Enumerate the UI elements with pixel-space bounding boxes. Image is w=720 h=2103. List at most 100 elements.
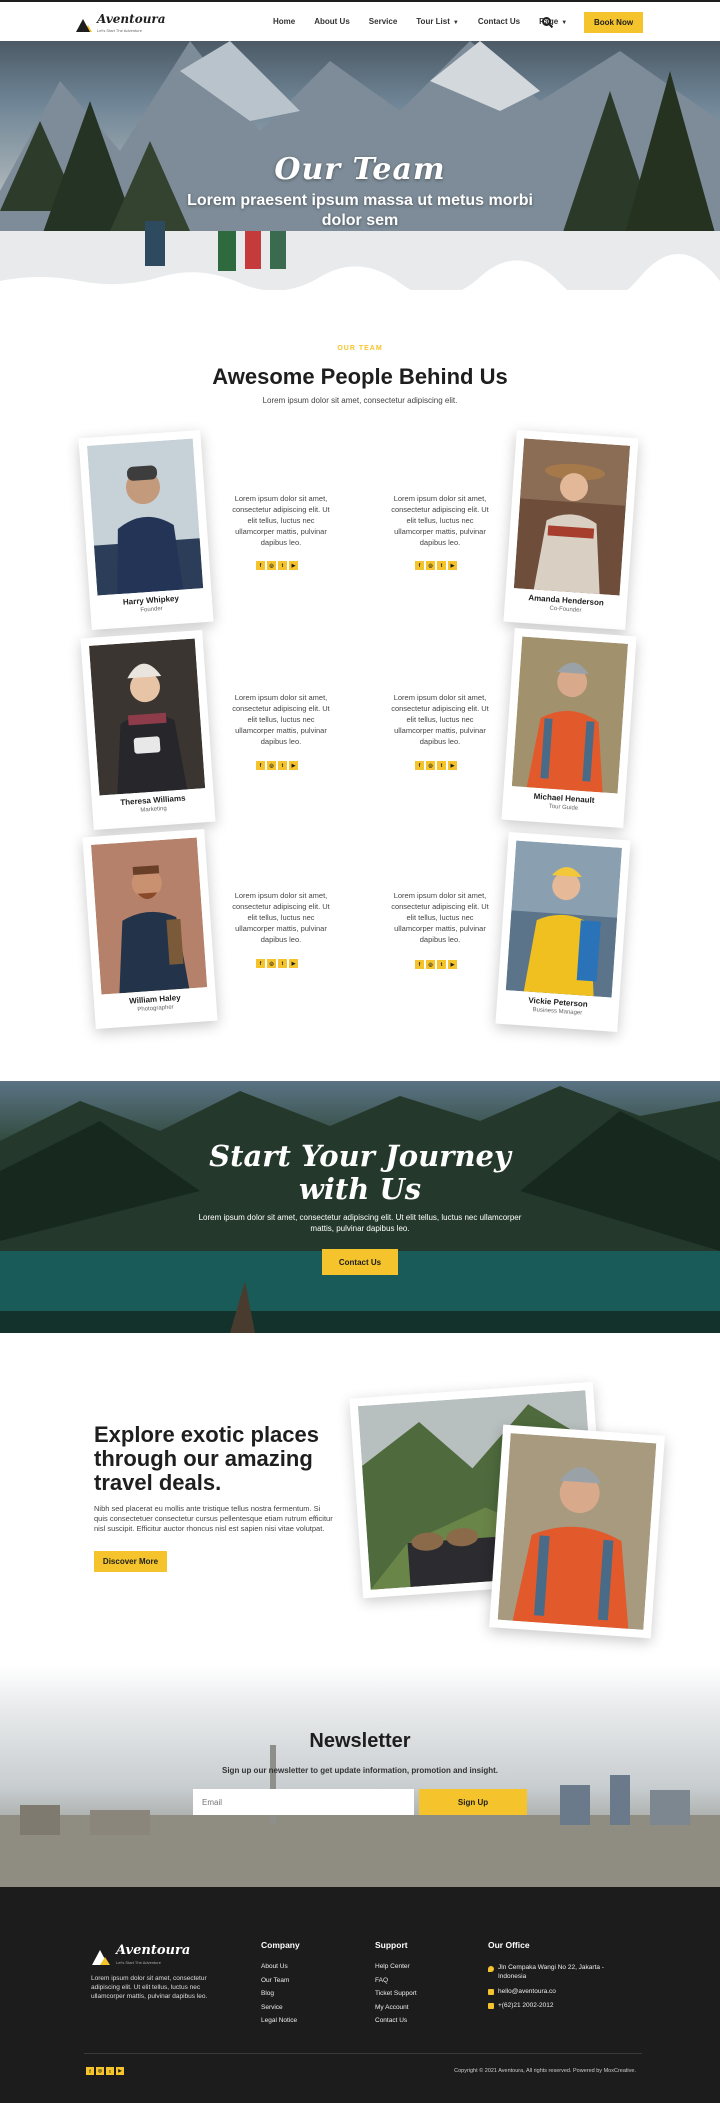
city-background-image <box>0 1745 720 1887</box>
facebook-icon[interactable]: f <box>415 761 424 770</box>
discover-more-button[interactable]: Discover More <box>94 1551 167 1572</box>
phone-icon <box>488 2003 494 2009</box>
instagram-icon[interactable]: ◎ <box>96 2067 104 2075</box>
team-card: Vickie Peterson Business Manager <box>495 831 631 1033</box>
twitter-icon[interactable]: t <box>437 761 446 770</box>
nav-contact-us[interactable]: Contact Us <box>478 17 520 26</box>
book-now-button[interactable]: Book Now <box>584 12 643 33</box>
footer-link-help-center[interactable]: Help Center <box>375 1963 410 1970</box>
footer-link-legal-notice[interactable]: Legal Notice <box>261 2017 297 2024</box>
facebook-icon[interactable]: f <box>256 561 265 570</box>
twitter-icon[interactable]: t <box>437 561 446 570</box>
explore-text: Nibh sed placerat eu mollis ante tristiq… <box>94 1504 333 1533</box>
footer-link-about-us[interactable]: About Us <box>261 1963 288 1970</box>
youtube-icon[interactable]: ▶ <box>116 2067 124 2075</box>
cta-title: Start Your Journey with Us <box>209 1139 511 1206</box>
team-member-bio: Lorem ipsum dolor sit amet, consectetur … <box>391 891 489 944</box>
nav-about-us[interactable]: About Us <box>314 17 350 26</box>
twitter-icon[interactable]: t <box>437 960 446 969</box>
office-email[interactable]: hello@aventoura.co <box>498 1987 556 1996</box>
hiker-image <box>497 1433 657 1630</box>
team-section-title: Awesome People Behind Us <box>212 364 508 389</box>
nav-service[interactable]: Service <box>369 17 397 26</box>
facebook-icon[interactable]: f <box>86 2067 94 2075</box>
main-nav: Home About Us Service Tour List ▼ Contact… <box>273 2 586 41</box>
hero-banner: Our Team Lorem praesent ipsum massa ut m… <box>0 41 720 290</box>
site-logo[interactable]: Aventoura Let's Start The Adventure <box>76 12 166 36</box>
logo-wordmark: Aventoura Let's Start The Adventure <box>97 12 166 36</box>
newsletter-section: Newsletter Sign up our newsletter to get… <box>0 1665 720 1887</box>
youtube-icon[interactable]: ▶ <box>289 959 298 968</box>
logo-text: Aventoura <box>97 12 166 26</box>
footer-link-my-account[interactable]: My Account <box>375 2004 409 2011</box>
footer-link-our-team[interactable]: Our Team <box>261 1977 289 1984</box>
site-header: Aventoura Let's Start The Adventure Home… <box>0 0 720 41</box>
instagram-icon[interactable]: ◎ <box>426 761 435 770</box>
instagram-icon[interactable]: ◎ <box>267 561 276 570</box>
logo-accent <box>100 1956 110 1965</box>
social-links: f ◎ t ▶ <box>256 959 300 968</box>
youtube-icon[interactable]: ▶ <box>448 960 457 969</box>
footer-link-contact-us[interactable]: Contact Us <box>375 2017 407 2024</box>
youtube-icon[interactable]: ▶ <box>448 761 457 770</box>
twitter-icon[interactable]: t <box>278 761 287 770</box>
footer-social-links: f ◎ t ▶ <box>86 2067 126 2075</box>
team-member-bio: Lorem ipsum dolor sit amet, consectetur … <box>232 693 330 746</box>
newsletter-subtitle: Sign up our newsletter to get update inf… <box>222 1766 498 1775</box>
footer-description: Lorem ipsum dolor sit amet, consectetur … <box>91 1975 208 2000</box>
social-links: f ◎ t ▶ <box>415 561 459 570</box>
footer-logo[interactable]: Aventoura Let's Start The Adventure <box>92 1944 190 1969</box>
instagram-icon[interactable]: ◎ <box>267 761 276 770</box>
nav-tour-list[interactable]: Tour List ▼ <box>416 17 459 26</box>
twitter-icon[interactable]: t <box>278 959 287 968</box>
hiker-photo <box>489 1424 665 1639</box>
team-member-photo <box>88 638 206 796</box>
email-field[interactable] <box>193 1789 414 1815</box>
contact-us-button[interactable]: Contact Us <box>322 1249 398 1275</box>
facebook-icon[interactable]: f <box>256 761 265 770</box>
team-member-photo <box>513 438 631 596</box>
team-card: Theresa Williams Marketing <box>80 629 216 831</box>
team-card: Amanda Henderson Co-Founder <box>503 429 639 631</box>
facebook-icon[interactable]: f <box>415 960 424 969</box>
cta-banner: Start Your Journey with Us Lorem ipsum d… <box>0 1081 720 1333</box>
mountain-logo-icon <box>76 18 90 32</box>
office-phone[interactable]: +(62)21 2002-2012 <box>498 2001 553 2010</box>
twitter-icon[interactable]: t <box>278 561 287 570</box>
chevron-down-icon: ▼ <box>561 20 568 26</box>
team-member-photo <box>86 438 204 596</box>
footer-link-faq[interactable]: FAQ <box>375 1977 388 1984</box>
footer-link-service[interactable]: Service <box>261 2004 283 2011</box>
sign-up-button[interactable]: Sign Up <box>419 1789 527 1815</box>
logo-tagline: Let's Start The Adventure <box>97 28 142 33</box>
social-links: f ◎ t ▶ <box>415 761 459 770</box>
location-pin-icon <box>488 1966 494 1972</box>
nav-home[interactable]: Home <box>273 17 295 26</box>
cta-text: Lorem ipsum dolor sit amet, consectetur … <box>198 1213 522 1233</box>
youtube-icon[interactable]: ▶ <box>289 561 298 570</box>
footer-divider <box>84 2053 642 2054</box>
youtube-icon[interactable]: ▶ <box>448 561 457 570</box>
footer-link-blog[interactable]: Blog <box>261 1990 274 1997</box>
hero-subtitle: Lorem praesent ipsum massa ut metus morb… <box>187 192 533 229</box>
team-member-bio: Lorem ipsum dolor sit amet, consectetur … <box>391 693 489 746</box>
youtube-icon[interactable]: ▶ <box>289 761 298 770</box>
company-heading: Company <box>261 1940 300 1950</box>
instagram-icon[interactable]: ◎ <box>426 561 435 570</box>
team-eyebrow: OUR TEAM <box>337 345 383 352</box>
search-icon[interactable] <box>542 17 551 26</box>
explore-title: Explore exotic places through our amazin… <box>94 1422 319 1495</box>
instagram-icon[interactable]: ◎ <box>267 959 276 968</box>
facebook-icon[interactable]: f <box>256 959 265 968</box>
instagram-icon[interactable]: ◎ <box>426 960 435 969</box>
team-member-photo <box>511 636 629 794</box>
footer-link-ticket-support[interactable]: Ticket Support <box>375 1990 417 1997</box>
social-links: f ◎ t ▶ <box>256 561 300 570</box>
team-member-bio: Lorem ipsum dolor sit amet, consectetur … <box>232 891 330 944</box>
team-member-photo <box>90 837 208 995</box>
social-links: f ◎ t ▶ <box>256 761 300 770</box>
support-heading: Support <box>375 1940 408 1950</box>
newsletter-title: Newsletter <box>309 1730 411 1752</box>
twitter-icon[interactable]: t <box>106 2067 114 2075</box>
facebook-icon[interactable]: f <box>415 561 424 570</box>
